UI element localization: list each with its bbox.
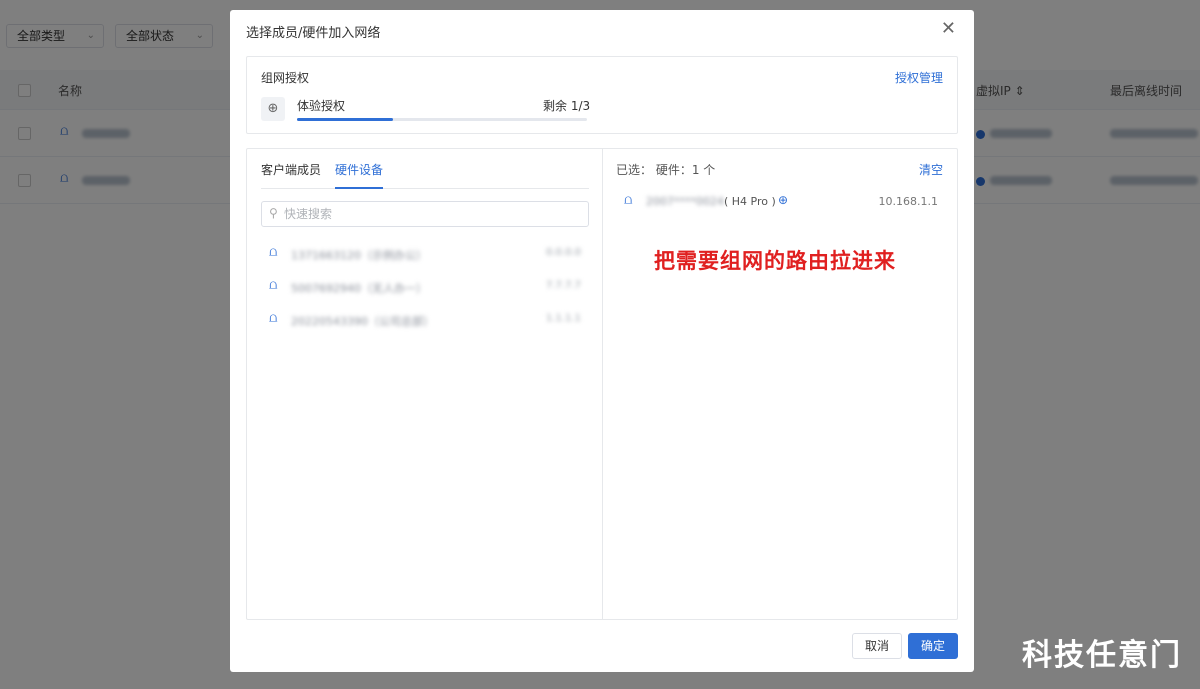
selected-device-ip: 10.168.1.1 <box>878 195 938 208</box>
license-manage-link[interactable]: 授权管理 <box>895 69 943 86</box>
selected-count-label: 已选： 硬件：1 个 <box>616 163 716 177</box>
add-to-network-dialog: 选择成员/硬件加入网络 ✕ 组网授权 授权管理 ⊕ 体验授权 剩余 1/3 客户… <box>230 10 974 672</box>
license-usage-fill <box>297 118 393 121</box>
globe-icon: ⊕ <box>261 97 285 121</box>
router-icon: ⩍ <box>269 311 278 326</box>
license-section-title: 组网授权 <box>261 71 310 85</box>
license-usage-bar <box>297 118 587 121</box>
clear-button[interactable]: 清空 <box>919 161 943 178</box>
active-tab-indicator <box>335 187 383 189</box>
router-icon: ⩍ <box>624 193 633 208</box>
search-input[interactable] <box>284 204 580 224</box>
confirm-button[interactable]: 确定 <box>908 633 958 659</box>
member-type-tabs: 客户端成员 硬件设备 <box>261 149 589 189</box>
candidate-list-panel: 客户端成员 硬件设备 ⚲ ⩍ 1371663120（示例办公） 0.0.0.0 … <box>247 149 603 619</box>
cancel-button[interactable]: 取消 <box>852 633 902 659</box>
list-item[interactable]: ⩍ 5007692940（无人办一） 7.7.7.7 <box>261 272 589 302</box>
annotation-text: 把需要组网的路由拉进来 <box>654 249 896 273</box>
device-ip: 0.0.0.0 <box>546 247 581 258</box>
license-plan-name: 体验授权 <box>297 99 346 113</box>
device-ip: 1.1.1.1 <box>546 313 581 324</box>
router-icon: ⩍ <box>269 278 278 293</box>
list-item[interactable]: ⩍ 20220543390（公司总部） 1.1.1.1 <box>261 305 589 335</box>
device-ip: 7.7.7.7 <box>546 280 581 291</box>
selected-device-model: ( H4 Pro ) <box>724 195 776 208</box>
license-remaining: 剩余 1/3 <box>543 99 591 113</box>
device-name: 5007692940（无人办一） <box>291 282 427 295</box>
license-section: 组网授权 授权管理 ⊕ 体验授权 剩余 1/3 <box>246 56 958 134</box>
router-icon: ⩍ <box>269 245 278 260</box>
selected-item[interactable]: ⩍ 2007****0024 ( H4 Pro ) ⊕ 10.168.1.1 <box>616 191 944 213</box>
globe-icon: ⊕ <box>778 193 789 207</box>
selected-device-name: 2007****0024 <box>646 195 724 208</box>
device-name: 20220543390（公司总部） <box>291 315 434 328</box>
watermark-text: 科技任意门 <box>1022 638 1182 673</box>
list-item[interactable]: ⩍ 1371663120（示例办公） 0.0.0.0 <box>261 239 589 269</box>
selection-panel: 客户端成员 硬件设备 ⚲ ⩍ 1371663120（示例办公） 0.0.0.0 … <box>246 148 958 620</box>
search-box[interactable]: ⚲ <box>261 201 589 227</box>
tab-client-members[interactable]: 客户端成员 <box>261 161 321 178</box>
tab-hardware-devices[interactable]: 硬件设备 <box>335 161 383 178</box>
close-icon[interactable]: ✕ <box>941 18 956 39</box>
search-icon: ⚲ <box>269 206 278 220</box>
selected-list-panel: 已选： 硬件：1 个 清空 ⩍ 2007****0024 ( H4 Pro ) … <box>604 149 957 619</box>
dialog-title: 选择成员/硬件加入网络 <box>246 26 381 41</box>
device-name: 1371663120（示例办公） <box>291 249 427 262</box>
